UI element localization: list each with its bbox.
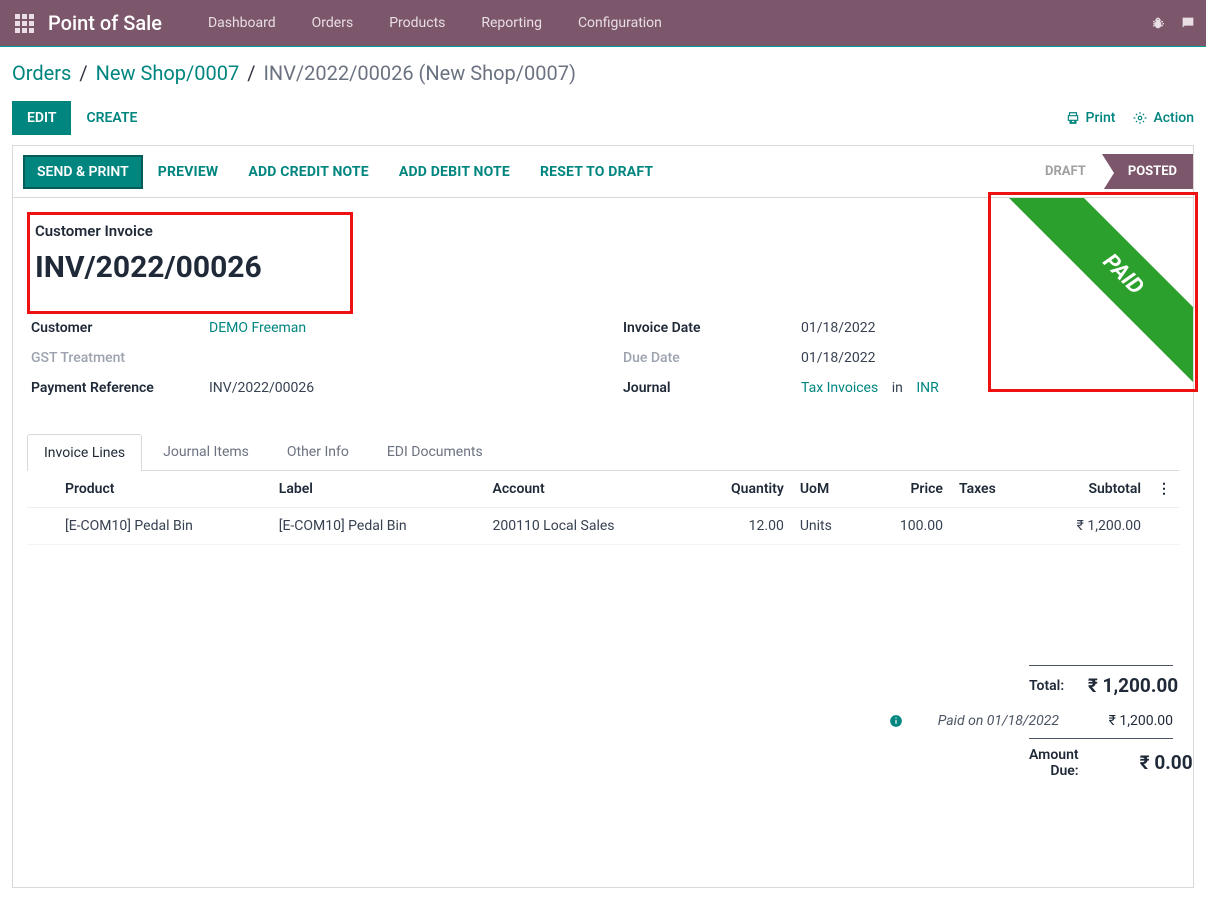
page-header: Orders / New Shop/0007 / INV/2022/00026 … <box>0 47 1206 145</box>
col-uom: UoM <box>792 471 863 508</box>
add-debit-note-button[interactable]: ADD DEBIT NOTE <box>384 156 525 188</box>
col-account: Account <box>485 471 690 508</box>
col-quantity: Quantity <box>690 471 792 508</box>
label-due-date: Due Date <box>623 350 801 366</box>
print-button[interactable]: Print <box>1066 110 1116 126</box>
label-total: Total: <box>1029 678 1078 694</box>
cell-subtotal: ₹ 1,200.00 <box>1029 508 1149 545</box>
app-brand[interactable]: Point of Sale <box>48 11 162 35</box>
nav-products[interactable]: Products <box>371 1 463 45</box>
breadcrumb-sep: / <box>247 61 255 85</box>
value-paid: ₹ 1,200.00 <box>1073 713 1173 729</box>
send-print-button[interactable]: SEND & PRINT <box>23 155 143 189</box>
col-price: Price <box>863 471 951 508</box>
status-draft[interactable]: DRAFT <box>1029 154 1102 189</box>
bug-icon[interactable] <box>1150 15 1166 31</box>
tabs: Invoice Lines Journal Items Other Info E… <box>27 433 1179 471</box>
label-invoice-date: Invoice Date <box>623 320 801 336</box>
tab-invoice-lines[interactable]: Invoice Lines <box>27 434 142 471</box>
add-credit-note-button[interactable]: ADD CREDIT NOTE <box>233 156 384 188</box>
cell-quantity: 12.00 <box>690 508 792 545</box>
fields-right: Invoice Date 01/18/2022 Due Date 01/18/2… <box>623 313 1175 403</box>
record-toolbar: SEND & PRINT PREVIEW ADD CREDIT NOTE ADD… <box>12 145 1194 198</box>
cell-product: [E-COM10] Pedal Bin <box>57 508 271 545</box>
value-total: ₹ 1,200.00 <box>1078 674 1178 697</box>
label-paid-on: Paid on 01/18/2022 <box>923 713 1073 730</box>
nav-reporting[interactable]: Reporting <box>463 1 560 45</box>
label-payment-reference: Payment Reference <box>31 380 209 396</box>
invoice-number: INV/2022/00026 <box>35 250 1171 285</box>
table-row[interactable]: [E-COM10] Pedal Bin [E-COM10] Pedal Bin … <box>27 508 1179 545</box>
tab-other-info[interactable]: Other Info <box>270 433 366 470</box>
col-taxes: Taxes <box>951 471 1030 508</box>
breadcrumb-sep: / <box>79 61 87 85</box>
status-posted[interactable]: POSTED <box>1102 154 1193 189</box>
invoice-title-block: Customer Invoice INV/2022/00026 <box>27 212 1179 303</box>
invoice-subtitle: Customer Invoice <box>35 222 1171 240</box>
label-amount-due: Amount Due: <box>1029 747 1093 779</box>
chat-icon[interactable] <box>1180 15 1196 31</box>
nav-dashboard[interactable]: Dashboard <box>190 1 294 45</box>
value-invoice-date: 01/18/2022 <box>801 320 876 336</box>
reset-to-draft-button[interactable]: RESET TO DRAFT <box>525 156 668 188</box>
breadcrumb: Orders / New Shop/0007 / INV/2022/00026 … <box>12 61 1194 85</box>
value-customer[interactable]: DEMO Freeman <box>209 320 306 336</box>
breadcrumb-shop[interactable]: New Shop/0007 <box>96 61 240 85</box>
col-menu-icon[interactable]: ⋮ <box>1149 471 1179 508</box>
col-label: Label <box>271 471 485 508</box>
form-sheet: PAID Customer Invoice INV/2022/00026 Cus… <box>12 198 1194 888</box>
cell-price: 100.00 <box>863 508 951 545</box>
value-journal[interactable]: Tax Invoices <box>801 380 878 396</box>
action-label: Action <box>1153 110 1194 126</box>
topbar: Point of Sale Dashboard Orders Products … <box>0 0 1206 46</box>
nav-configuration[interactable]: Configuration <box>560 1 680 45</box>
col-subtotal: Subtotal <box>1029 471 1149 508</box>
fields: Customer DEMO Freeman GST Treatment Paym… <box>27 303 1179 423</box>
label-journal: Journal <box>623 380 801 396</box>
breadcrumb-current: INV/2022/00026 (New Shop/0007) <box>263 61 575 85</box>
print-icon <box>1066 111 1080 125</box>
action-button[interactable]: Action <box>1133 110 1194 126</box>
col-product: Product <box>57 471 271 508</box>
label-journal-in: in <box>892 380 903 396</box>
status-bar: DRAFT POSTED <box>1029 154 1193 189</box>
value-due-date: 01/18/2022 <box>801 350 876 366</box>
tab-journal-items[interactable]: Journal Items <box>146 433 266 470</box>
edit-button[interactable]: EDIT <box>12 101 71 135</box>
top-nav: Dashboard Orders Products Reporting Conf… <box>190 1 680 45</box>
value-journal-currency[interactable]: INR <box>916 380 938 396</box>
top-actions <box>1150 15 1206 31</box>
info-icon[interactable] <box>889 714 903 728</box>
gear-icon <box>1133 111 1147 125</box>
totals: Total: ₹ 1,200.00 Paid on 01/18/2022 ₹ 1… <box>909 665 1179 787</box>
cell-account: 200110 Local Sales <box>485 508 690 545</box>
fields-left: Customer DEMO Freeman GST Treatment Paym… <box>31 313 583 403</box>
label-gst-treatment: GST Treatment <box>31 350 209 366</box>
cell-uom: Units <box>792 508 863 545</box>
nav-orders[interactable]: Orders <box>294 1 372 45</box>
cell-label: [E-COM10] Pedal Bin <box>271 508 485 545</box>
head-buttons: EDIT CREATE Print Action <box>12 101 1194 135</box>
cell-taxes <box>951 508 1030 545</box>
breadcrumb-orders[interactable]: Orders <box>12 61 71 85</box>
apps-icon[interactable] <box>12 11 36 35</box>
value-amount-due: ₹ 0.00 <box>1093 751 1193 774</box>
label-customer: Customer <box>31 320 209 336</box>
invoice-lines-table: Product Label Account Quantity UoM Price… <box>27 471 1179 545</box>
preview-button[interactable]: PREVIEW <box>143 156 234 188</box>
create-button[interactable]: CREATE <box>71 101 152 135</box>
tab-edi-documents[interactable]: EDI Documents <box>370 433 500 470</box>
value-payment-reference: INV/2022/00026 <box>209 380 314 396</box>
print-label: Print <box>1086 110 1116 126</box>
